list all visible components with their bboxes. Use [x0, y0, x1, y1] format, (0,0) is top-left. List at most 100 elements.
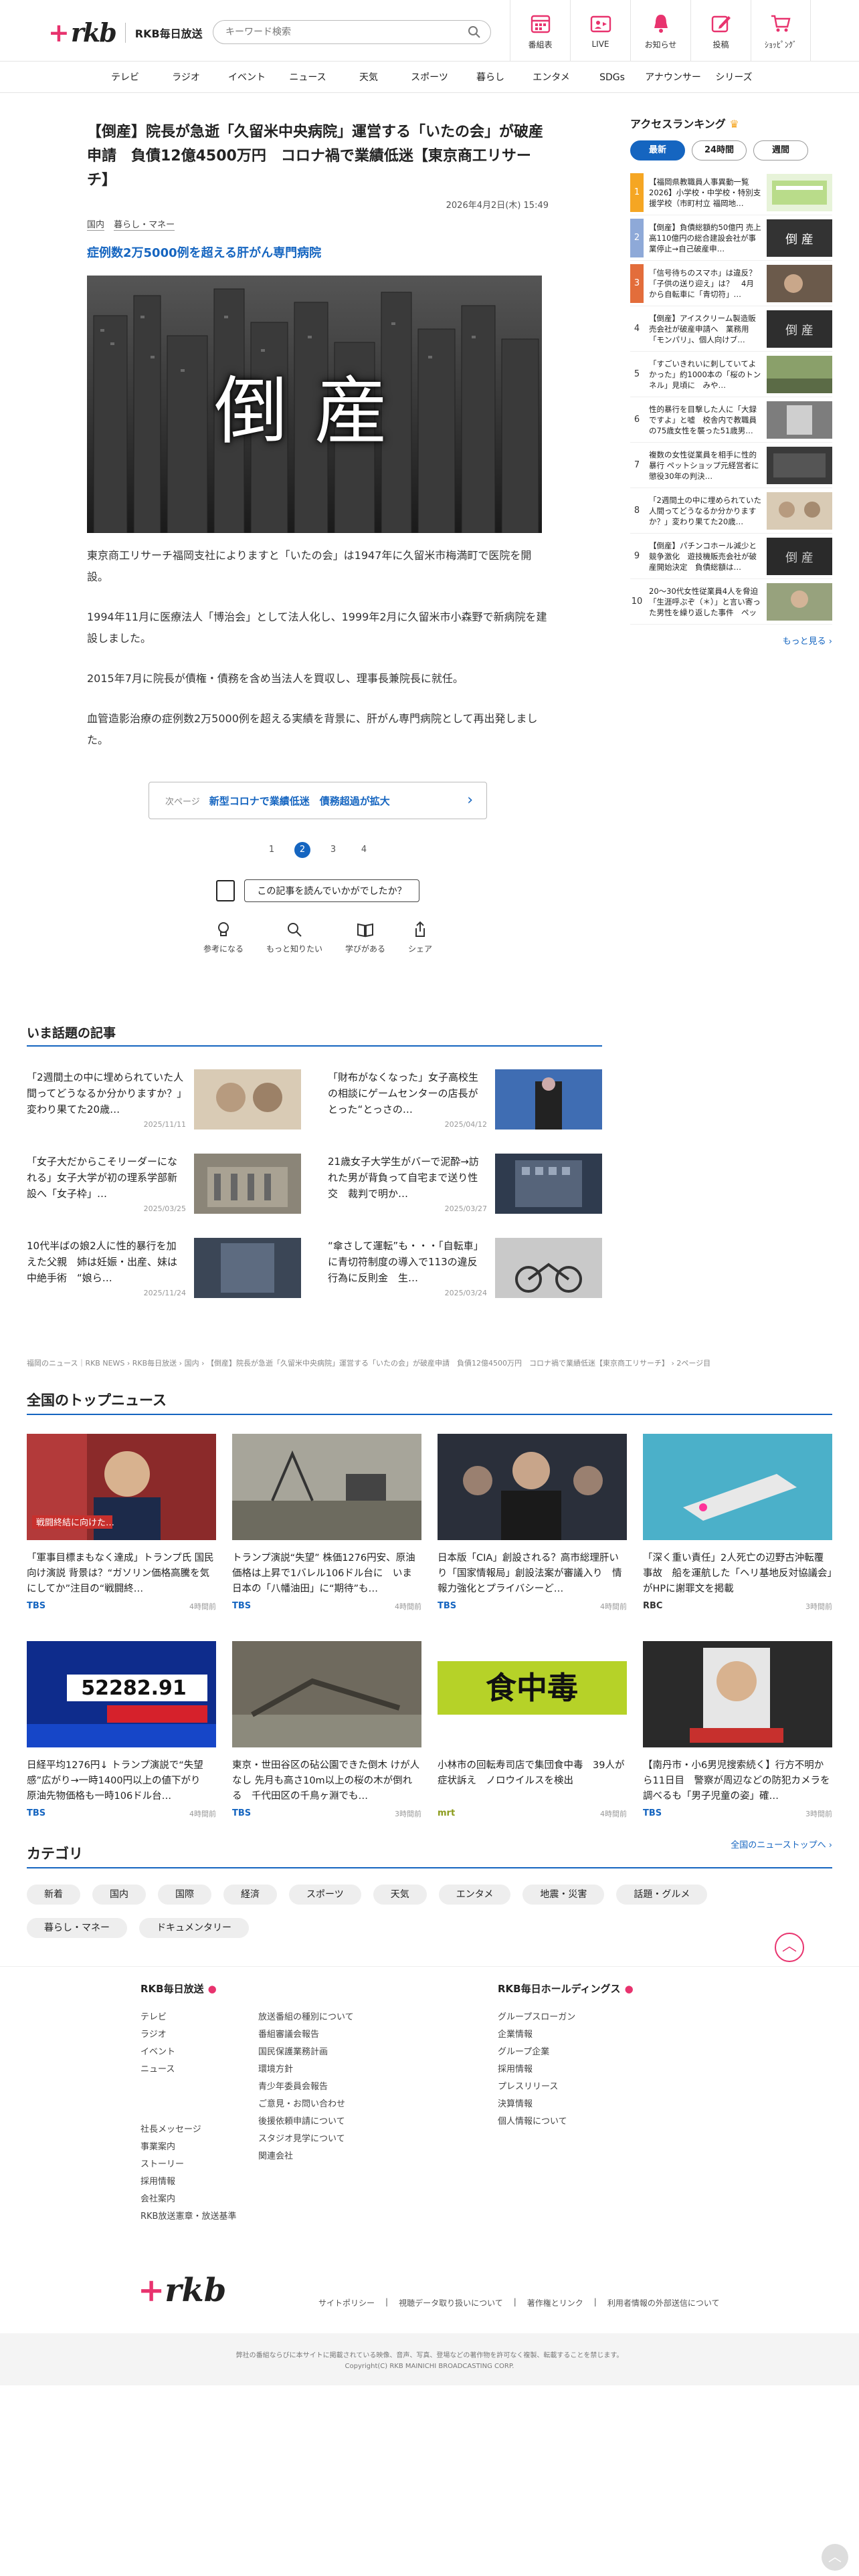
page-link-current[interactable]: 2	[294, 842, 310, 858]
footer-link[interactable]: 採用情報	[140, 2174, 236, 2191]
footer-link[interactable]: 社長メッセージ	[140, 2122, 236, 2139]
feedback-more-button[interactable]: もっと知りたい	[266, 920, 322, 954]
tab-24h[interactable]: 24時間	[692, 140, 747, 160]
nav-post[interactable]: 投稿	[690, 0, 751, 62]
ranking-item[interactable]: 10 20～30代女性従業員4人を脅迫「生涯呼ぶぞ（＊）」と言い寄った男性を繰り返…	[630, 579, 832, 625]
news-card[interactable]: 【南丹市・小6男児搜索続く】行方不明から11日目 警察が周辺などの防犯カメラを調…	[643, 1641, 832, 1819]
cnav-item[interactable]: 天気	[339, 62, 399, 92]
footer-link[interactable]: テレビ	[140, 2010, 175, 2027]
news-card[interactable]: 「深く重い責任」2人死亡の辺野古沖転覆事故 船を運航した「ヘリ基地反対協議会」が…	[643, 1434, 832, 1612]
ranking-item[interactable]: 3 「信号待ちのスマホ」は違反？「子供の送り迎え」は？ 4月から自転車に「青切符」…	[630, 261, 832, 306]
footer-link[interactable]: 会社案内	[140, 2191, 236, 2209]
popular-item[interactable]: 「女子大だからこそリーダーになれる」女子大学が初の理系学部新設へ「女子枠」… 20…	[27, 1154, 301, 1214]
next-page-button[interactable]: 次ページ 新型コロナで業績低迷 債務超過が拡大 ›	[149, 782, 487, 819]
footer-link[interactable]: 企業情報	[498, 2027, 575, 2044]
tag-link[interactable]: 暮らし・マネー	[114, 220, 175, 231]
news-card[interactable]: 東京・世田谷区の砧公園できた倒木 けが人なし 先月も高さ10m以上の桜の木が倒れ…	[232, 1641, 421, 1819]
cnav-item[interactable]: アナウンサー	[643, 62, 704, 92]
footer-link[interactable]: プレスリリース	[498, 2079, 575, 2097]
popular-item[interactable]: 21歳女子大学生がバーで泥酔→訪れた男が背負って自宅まで送り性交 裁判で明か… 2…	[328, 1154, 602, 1214]
share-button[interactable]: シェア	[408, 920, 432, 954]
breadcrumb[interactable]: 福岡のニュース｜RKB NEWS › RKB毎日放送 › 国内 › 【倒産】院長…	[27, 1358, 830, 1368]
ranking-item[interactable]: 2 【倒産】負債総額約50億円 売上高110億円の総合建設会社が事業停止→自己破産…	[630, 215, 832, 261]
cnav-item[interactable]: テレビ	[95, 62, 156, 92]
footer-link[interactable]: グループ企業	[498, 2044, 575, 2062]
cnav-item[interactable]: エンタメ	[521, 62, 582, 92]
footer-logo[interactable]: +rkb	[138, 2272, 226, 2309]
footer-link[interactable]: ご意見・お問い合わせ	[258, 2097, 354, 2114]
popular-item[interactable]: 10代半ばの娘2人に性的暴行を加えた父親 姉は妊娠・出産、妹は中絶手術 “娘ら……	[27, 1238, 301, 1298]
cnav-item[interactable]: シリーズ	[704, 62, 765, 92]
popular-item[interactable]: 「財布がなくなった」女子高校生の相談にゲームセンターの店長がとった“とっさの… 2…	[328, 1069, 602, 1130]
tab-latest[interactable]: 最新	[630, 140, 685, 160]
category-chip[interactable]: 国内	[92, 1885, 146, 1905]
footer-link[interactable]: 青少年委員会報告	[258, 2079, 354, 2097]
footer-link[interactable]: スタジオ見学について	[258, 2131, 354, 2149]
footer-link[interactable]: サイトポリシー	[318, 2297, 375, 2309]
feedback-useful-button[interactable]: 参考になる	[203, 920, 244, 954]
category-chip[interactable]: 経済	[223, 1885, 277, 1905]
feedback-learn-button[interactable]: 学びがある	[345, 920, 385, 954]
category-chip[interactable]: 国際	[158, 1885, 211, 1905]
popular-item[interactable]: 「2週間土の中に埋められていた人間ってどうなるか分かりますか？」変わり果てた20…	[27, 1069, 301, 1130]
footer-link[interactable]: 視聴データ取り扱いについて	[399, 2297, 503, 2309]
news-card[interactable]: トランプ演説“失望” 株価1276円安、原油価格は上昇で1バレル106ドル台に …	[232, 1434, 421, 1612]
cnav-item[interactable]: SDGs	[582, 62, 643, 92]
footer-link[interactable]: グループスローガン	[498, 2010, 575, 2027]
footer-link[interactable]: イベント	[140, 2044, 175, 2062]
nav-live[interactable]: LIVE	[570, 0, 630, 62]
tag-link[interactable]: 国内	[87, 220, 105, 231]
cnav-item[interactable]: イベント	[217, 62, 278, 92]
footer-link[interactable]: RKB放送憲章・放送基準	[140, 2209, 236, 2226]
search-input[interactable]	[225, 21, 461, 43]
footer-link[interactable]: 環境方針	[258, 2062, 354, 2079]
footer-col1-title[interactable]: RKB毎日放送 ●	[140, 1981, 217, 1996]
ranking-item[interactable]: 7 複数の女性従業員を相手に性的暴行 ペットショップ元経営者に懲役30年の判決…	[630, 443, 832, 488]
page-link[interactable]: 4	[356, 842, 372, 858]
footer-col3-title[interactable]: RKB毎日ホールディングス ●	[498, 1981, 634, 1996]
category-chip[interactable]: 地震・災害	[522, 1885, 605, 1905]
news-card[interactable]: 戦闘終結に向けた… 「軍事目標まもなく達成」トランプ氏 国民向け演説 背景は？“…	[27, 1434, 216, 1612]
footer-link[interactable]: 国民保護業務計画	[258, 2044, 354, 2062]
footer-link[interactable]: 決算情報	[498, 2097, 575, 2114]
news-card[interactable]: 食中毒 小林市の回転寿司店で集団食中毒 39人が症状訴え ノロウイルスを検出 m…	[438, 1641, 627, 1819]
footer-link[interactable]: 後援依頼申請について	[258, 2114, 354, 2131]
ranking-item[interactable]: 1 【福岡県教職員人事異動一覧2026】小学校・中学校・特別支援学校（市町村立 福…	[630, 170, 832, 215]
ranking-item[interactable]: 4 【倒産】アイスクリーム製造販売会社が破産申請へ 業務用「モンパリ」、個人向けブ…	[630, 306, 832, 352]
popular-item[interactable]: “傘さして運転”も・・・「自転車」に青切符制度の導入で113の違反行為に反則金 …	[328, 1238, 602, 1298]
ranking-item[interactable]: 8 「2週間土の中に埋められていた人間ってどうなるか分かりますか？」変わり果てた2…	[630, 488, 832, 534]
site-logo[interactable]: + rkb RKB毎日放送	[48, 17, 203, 47]
footer-link[interactable]: ストーリー	[140, 2157, 236, 2174]
scroll-top-button[interactable]: ︿	[775, 1933, 804, 1962]
category-chip[interactable]: 新着	[27, 1885, 80, 1905]
nav-notice[interactable]: お知らせ	[630, 0, 690, 62]
cnav-item[interactable]: ラジオ	[156, 62, 217, 92]
tab-weekly[interactable]: 週間	[753, 140, 808, 160]
page-top-button[interactable]: ︿	[822, 2544, 848, 2571]
search-icon[interactable]	[468, 25, 481, 39]
cnav-item[interactable]: 暮らし	[460, 62, 521, 92]
category-chip[interactable]: 暮らし・マネー	[27, 1918, 127, 1938]
category-chip[interactable]: 天気	[373, 1885, 427, 1905]
news-card[interactable]: 52282.91 日経平均1276円↓ トランプ演説で“失望感”広がり→一時14…	[27, 1641, 216, 1819]
news-card[interactable]: 日本版「CIA」創設される？高市総理肝いり「国家情報局」創設法案が審議入り 情報…	[438, 1434, 627, 1612]
nav-shopping[interactable]: ｼｮｯﾋﾟﾝｸﾞ	[751, 0, 811, 62]
page-link[interactable]: 1	[264, 842, 280, 858]
footer-link[interactable]: 著作権とリンク	[527, 2297, 583, 2309]
category-chip[interactable]: 話題・グルメ	[616, 1885, 708, 1905]
page-link[interactable]: 3	[325, 842, 341, 858]
category-chip[interactable]: エンタメ	[438, 1885, 511, 1905]
ranking-item[interactable]: 6 性的暴行を目撃した人に「大録ですよ」と嘘 校舎内で教職員の75歳女性を襲った5…	[630, 397, 832, 443]
footer-link[interactable]: 放送番組の種別について	[258, 2010, 354, 2027]
nav-schedule[interactable]: 番組表	[510, 0, 570, 62]
footer-link[interactable]: 利用者情報の外部送信について	[607, 2297, 720, 2309]
footer-link[interactable]: ラジオ	[140, 2027, 175, 2044]
footer-link[interactable]: ニュース	[140, 2062, 175, 2079]
footer-link[interactable]: 個人情報について	[498, 2114, 575, 2131]
category-chip[interactable]: スポーツ	[289, 1885, 361, 1905]
ranking-more-link[interactable]: もっと見る ›	[630, 634, 832, 647]
footer-link[interactable]: 番組審議会報告	[258, 2027, 354, 2044]
footer-link[interactable]: 事業案内	[140, 2139, 236, 2157]
footer-link[interactable]: 関連会社	[258, 2149, 354, 2166]
cnav-item[interactable]: スポーツ	[399, 62, 460, 92]
